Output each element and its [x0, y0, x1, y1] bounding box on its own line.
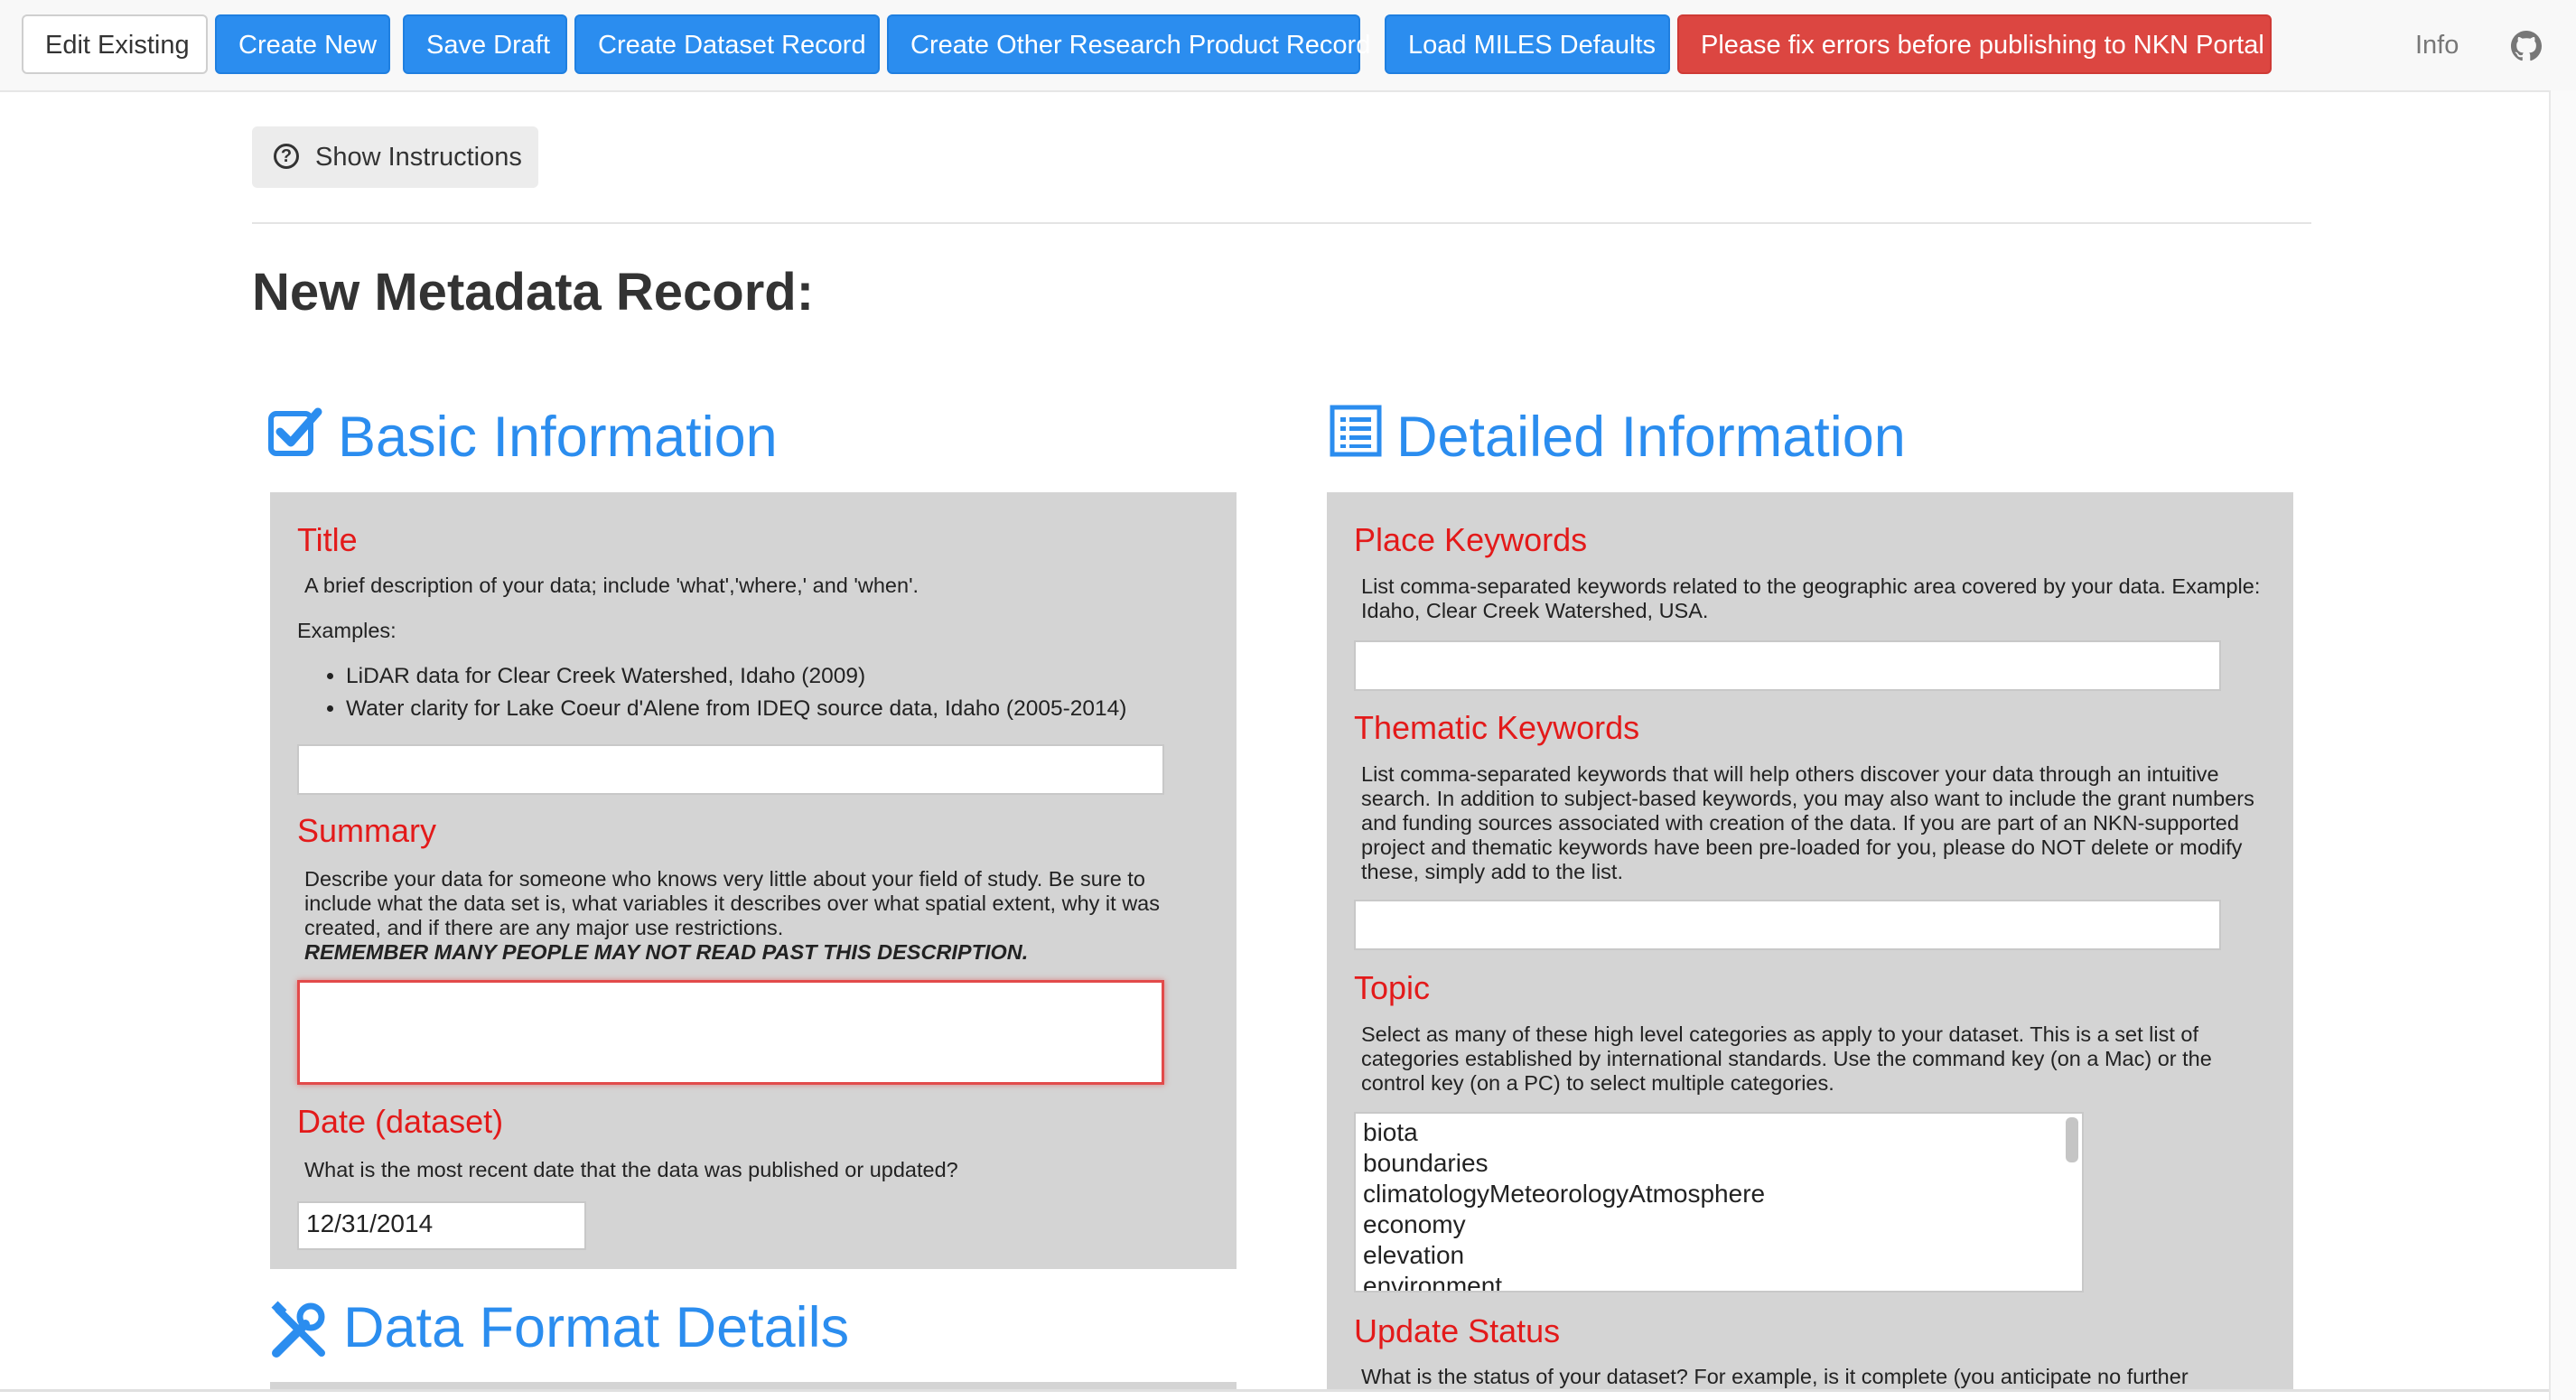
create-other-research-product-button[interactable]: Create Other Research Product Record — [887, 14, 1370, 74]
title-help: A brief description of your data; includ… — [304, 574, 919, 597]
page-title: New Metadata Record: — [252, 263, 815, 322]
create-dataset-record-button[interactable]: Create Dataset Record — [574, 14, 880, 74]
thematic-keywords-label: Thematic Keywords — [1354, 709, 1640, 746]
edit-existing-button[interactable]: Edit Existing — [22, 14, 208, 74]
topic-option[interactable]: economy — [1363, 1209, 2075, 1240]
detailed-information-panel: Place Keywords List comma-separated keyw… — [1327, 492, 2293, 1391]
update-status-label: Update Status — [1354, 1312, 1561, 1349]
page-scrollbar[interactable] — [2549, 90, 2576, 1400]
save-draft-button[interactable]: Save Draft — [403, 14, 567, 74]
list-item: LiDAR data for Clear Creek Watershed, Id… — [346, 660, 1126, 693]
publish-error-button[interactable]: Please fix errors before publishing to N… — [1677, 14, 2272, 74]
show-instructions-label: Show Instructions — [315, 143, 522, 172]
summary-label: Summary — [297, 812, 437, 849]
summary-help-text: Describe your data for someone who knows… — [304, 867, 1160, 939]
checkbox-checked-icon — [268, 407, 322, 456]
place-keywords-input[interactable] — [1354, 640, 2221, 691]
tools-icon — [271, 1301, 325, 1358]
examples-label: Examples: — [297, 619, 397, 642]
question-circle-icon: ? — [274, 144, 299, 169]
divider — [252, 222, 2311, 224]
list-alt-icon — [1330, 405, 1382, 457]
date-label: Date (dataset) — [297, 1103, 504, 1140]
summary-warning: REMEMBER MANY PEOPLE MAY NOT READ PAST T… — [304, 940, 1029, 964]
listbox-scrollbar[interactable] — [2066, 1117, 2078, 1162]
summary-textarea[interactable] — [297, 980, 1164, 1085]
topic-label: Topic — [1354, 969, 1431, 1006]
create-new-button[interactable]: Create New — [215, 14, 390, 74]
title-label: Title — [297, 521, 358, 558]
topic-option[interactable]: climatologyMeteorologyAtmosphere — [1363, 1179, 2075, 1209]
title-input[interactable] — [297, 744, 1164, 795]
basic-information-panel: Title A brief description of your data; … — [270, 492, 1237, 1269]
topic-select[interactable]: biota boundaries climatologyMeteorologyA… — [1354, 1112, 2084, 1293]
basic-information-heading: Basic Information — [338, 406, 778, 469]
topic-option[interactable]: biota — [1363, 1117, 2075, 1148]
topic-option[interactable]: elevation — [1363, 1240, 2075, 1271]
top-navbar: Edit Existing Create New Save Draft Crea… — [0, 0, 2576, 92]
detailed-information-heading: Detailed Information — [1396, 406, 1906, 469]
topic-option[interactable]: environment — [1363, 1271, 2075, 1291]
window-bottom-edge — [0, 1389, 2549, 1392]
date-input[interactable]: 12/31/2014 — [297, 1201, 586, 1250]
info-link[interactable]: Info — [2415, 31, 2459, 61]
place-keywords-label: Place Keywords — [1354, 521, 1588, 558]
place-keywords-help: List comma-separated keywords related to… — [1361, 574, 2261, 622]
list-item: Water clarity for Lake Coeur d'Alene fro… — [346, 693, 1126, 725]
date-help: What is the most recent date that the da… — [304, 1158, 958, 1181]
examples-list: LiDAR data for Clear Creek Watershed, Id… — [301, 660, 1126, 725]
show-instructions-button[interactable]: ? Show Instructions — [252, 126, 538, 188]
update-status-help: What is the status of your dataset? For … — [1361, 1365, 2189, 1388]
thematic-keywords-help: List comma-separated keywords that will … — [1361, 762, 2254, 883]
thematic-keywords-input[interactable] — [1354, 900, 2221, 950]
topic-option[interactable]: boundaries — [1363, 1148, 2075, 1179]
github-icon[interactable] — [2511, 31, 2542, 61]
load-miles-defaults-button[interactable]: Load MILES Defaults — [1385, 14, 1670, 74]
data-format-details-heading: Data Format Details — [343, 1296, 850, 1359]
summary-help: Describe your data for someone who knows… — [304, 867, 1208, 965]
topic-help: Select as many of these high level categ… — [1361, 1022, 2212, 1095]
